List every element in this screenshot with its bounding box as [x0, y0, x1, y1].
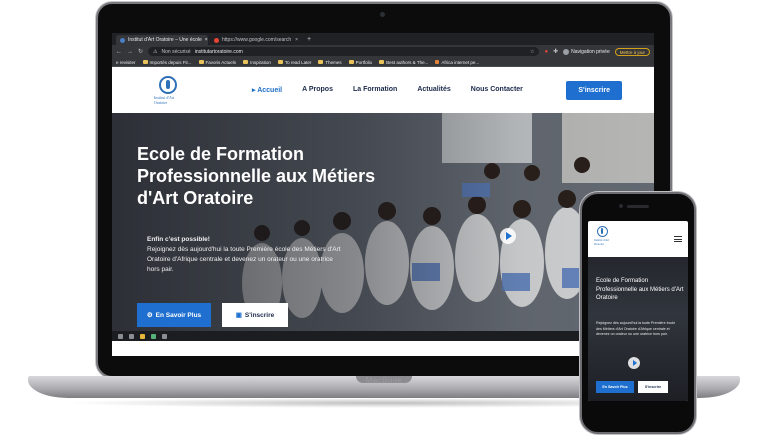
bookmarks-bar: e revisiter Importés depuis Fir... Favor…	[112, 58, 654, 67]
star-icon[interactable]: ☆	[530, 49, 534, 55]
bookmark-item[interactable]: Best authors & The...	[379, 60, 428, 65]
bookmark-item[interactable]: e revisiter	[116, 60, 136, 65]
menu-item-actualites[interactable]: Actualités	[417, 86, 450, 94]
menu-item-a-propos[interactable]: A Propos	[302, 86, 333, 94]
security-label: Non sécurisé	[161, 48, 191, 55]
close-tab-icon[interactable]: ×	[205, 37, 208, 43]
hero-lead-text: Rejoignez dès aujourd'hui la toute Premi…	[147, 246, 341, 273]
button-label: En Savoir Plus	[155, 311, 202, 319]
menu-item-nous-contacter[interactable]: Nous Contacter	[471, 86, 523, 94]
bookmark-label: e revisiter	[116, 59, 136, 65]
user-icon: ▣	[235, 312, 242, 319]
forward-arrow-icon[interactable]: →	[127, 49, 133, 55]
logo-text: Institut d'Art Oratoire	[594, 238, 610, 246]
hero-title: Ecole de Formation Professionnelle aux M…	[137, 144, 376, 208]
tab-label: https://www.google.com/search	[222, 37, 292, 43]
phone-camera	[619, 204, 623, 208]
phone-signup-button[interactable]: S'inscrire	[638, 381, 668, 393]
browser-tab-strip: Institut d'Art Oratoire – Une école × ht…	[112, 33, 654, 45]
os-taskbar	[112, 331, 654, 341]
search-icon[interactable]	[118, 333, 123, 339]
phone-hero-title: Ecole de Formation Professionnelle aux M…	[596, 278, 684, 301]
logo-emblem-icon	[159, 75, 177, 94]
site-logo[interactable]: Institut d'Art Oratoire	[154, 72, 182, 108]
site-favicon-icon	[435, 60, 440, 64]
task-view-icon[interactable]	[129, 333, 134, 339]
bookmark-item[interactable]: Themes	[318, 59, 342, 65]
laptop-camera	[380, 12, 385, 17]
bookmark-label: Portfolio	[355, 59, 373, 65]
menu-item-accueil[interactable]: ▸ Accueil	[252, 86, 282, 94]
bookmark-item[interactable]: Portfolio	[348, 59, 373, 65]
site-header: Institut d'Art Oratoire ▸ Accueil A Prop…	[112, 67, 654, 113]
play-video-icon[interactable]	[628, 357, 640, 369]
bookmark-item[interactable]: Africa internet pe...	[435, 60, 479, 65]
bookmark-item[interactable]: Favoris Actuels	[198, 59, 237, 65]
site-favicon-icon	[120, 37, 125, 43]
info-icon: ⚙	[146, 312, 153, 319]
hamburger-menu-icon[interactable]	[674, 236, 682, 242]
device-mockup-stage: Institut d'Art Oratoire – Une école × ht…	[0, 0, 768, 440]
app-icon[interactable]	[162, 333, 167, 339]
new-tab-button[interactable]: +	[304, 35, 314, 45]
warning-icon: ⚠	[153, 48, 158, 55]
folder-icon	[379, 60, 385, 64]
folder-icon	[198, 60, 204, 64]
hero-signup-button[interactable]: ▣ S'inscrire	[222, 303, 288, 327]
folder-icon	[142, 60, 148, 64]
logo-emblem-icon	[596, 226, 608, 237]
bookmark-item[interactable]: Importés depuis Fir...	[142, 59, 192, 65]
bookmark-label: Favoris Actuels	[205, 59, 237, 65]
play-video-icon[interactable]	[500, 228, 516, 244]
address-bar[interactable]: ⚠ Non sécurisé institutartoratoire.com ☆	[148, 47, 540, 56]
bookmark-label: Inspiration	[250, 59, 271, 65]
tab-institut[interactable]: Institut d'Art Oratoire – Une école ×	[116, 35, 208, 45]
bookmark-item[interactable]: Inspiration	[243, 60, 271, 65]
profile-label: Navigation privée	[571, 48, 610, 55]
phone-hero-section: Ecole de Formation Professionnelle aux M…	[588, 257, 688, 401]
bookmark-label: Africa internet pe...	[441, 59, 480, 65]
learn-more-button[interactable]: ⚙ En Savoir Plus	[137, 303, 211, 327]
url-text: institutartoratoire.com	[194, 48, 243, 55]
phone-hero-lead: Rejoignez dès aujourd'hui la toute Premi…	[596, 321, 676, 336]
profile-button[interactable]: Navigation privée	[563, 48, 610, 55]
bookmark-label: Best authors & The...	[386, 59, 429, 65]
file-explorer-icon[interactable]	[140, 333, 145, 339]
logo-text: Institut d'Art Oratoire	[154, 94, 175, 105]
tab-label: Institut d'Art Oratoire – Une école	[128, 37, 202, 43]
hero-lead: Enfin c'est possible! Rejoignez dès aujou…	[147, 235, 347, 275]
menu-label: Accueil	[257, 87, 283, 94]
avatar-icon	[563, 48, 570, 55]
google-favicon-icon	[214, 37, 219, 43]
bookmark-label: Importés depuis Fir...	[149, 59, 192, 65]
puzzle-icon[interactable]: ✚	[553, 48, 558, 55]
tab-google[interactable]: https://www.google.com/search ×	[210, 35, 302, 45]
laptop-screen: Institut d'Art Oratoire – Une école × ht…	[112, 33, 654, 356]
phone-site-logo[interactable]: Institut d'Art Oratoire	[594, 226, 610, 252]
bookmark-label: Themes	[325, 59, 342, 65]
button-label: S'inscrire	[244, 311, 275, 319]
bookmark-item[interactable]: To read Later	[277, 59, 312, 65]
menu-item-la-formation[interactable]: La Formation	[353, 86, 397, 94]
phone-site-header: Institut d'Art Oratoire	[588, 221, 688, 257]
phone-speaker	[627, 205, 649, 208]
close-tab-icon[interactable]: ×	[295, 37, 298, 43]
back-arrow-icon[interactable]: ←	[116, 49, 122, 55]
folder-icon	[243, 60, 249, 64]
update-button[interactable]: Mettre à jour	[614, 47, 650, 56]
hero-lead-bold: Enfin c'est possible!	[147, 236, 210, 243]
signup-button[interactable]: S'inscrire	[566, 80, 622, 100]
reload-icon[interactable]: ↻	[138, 48, 143, 55]
hero-section: Ecole de Formation Professionnelle aux M…	[112, 113, 654, 341]
extension-icon[interactable]: ●	[544, 49, 548, 55]
browser-toolbar: ← → ↻ ⚠ Non sécurisé institutartoratoire…	[112, 45, 654, 58]
main-menu: ▸ Accueil A Propos La Formation Actualit…	[252, 86, 523, 94]
phone-learn-more-button[interactable]: En Savoir Plus	[596, 381, 634, 393]
phone-screen: Institut d'Art Oratoire Ecole de Formati…	[588, 221, 688, 401]
app-icon[interactable]	[151, 333, 156, 339]
bookmark-label: To read Later	[284, 59, 312, 65]
folder-icon	[348, 60, 354, 64]
folder-icon	[318, 60, 324, 64]
folder-icon	[277, 60, 283, 64]
